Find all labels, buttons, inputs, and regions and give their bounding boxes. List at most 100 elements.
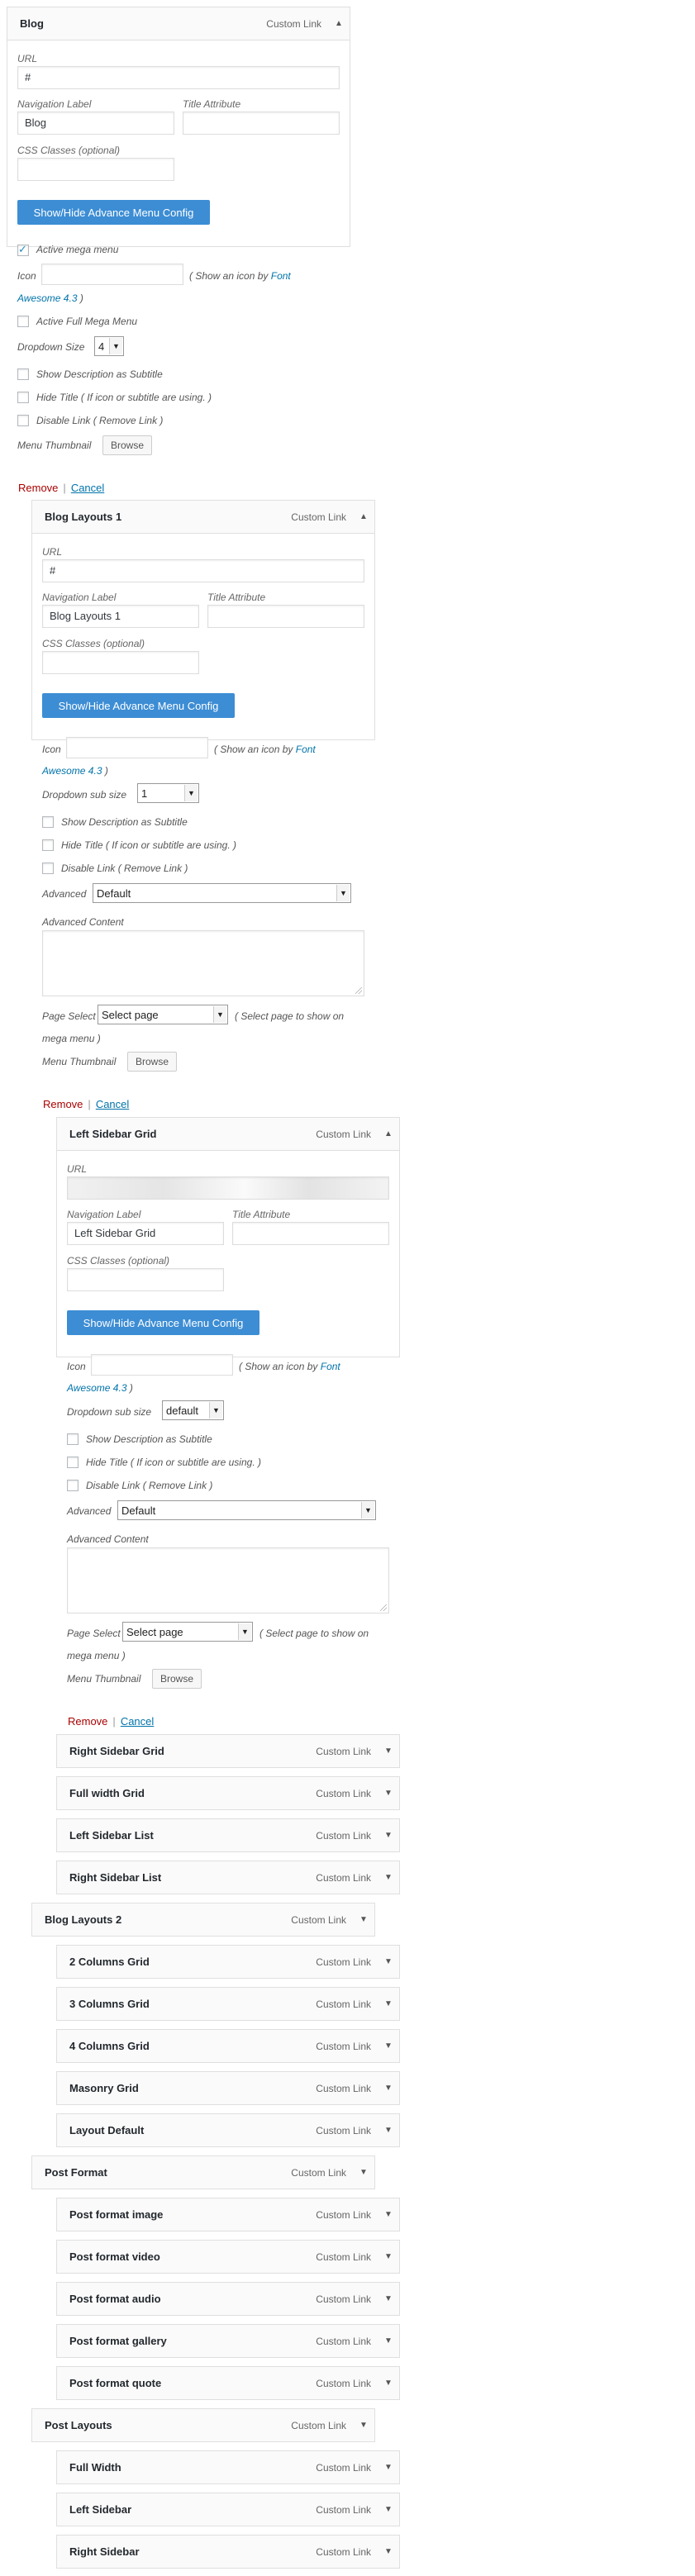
menu-item-bar-collapsed[interactable]: 3 Columns Grid Custom Link ▼: [56, 1987, 400, 2021]
menu-item-bar-collapsed[interactable]: Post format video Custom Link ▼: [56, 2240, 400, 2274]
font-awesome-link-2[interactable]: Awesome 4.3: [42, 765, 102, 777]
hide-title-checkbox[interactable]: [17, 392, 29, 403]
menu-item-bar-collapsed[interactable]: Left Sidebar Custom Link ▼: [56, 2493, 400, 2526]
url-input[interactable]: #: [42, 559, 364, 582]
advanced-select[interactable]: Default ▼: [93, 883, 351, 903]
font-awesome-link[interactable]: Font: [296, 744, 316, 755]
menu-item-bar-collapsed[interactable]: Post format quote Custom Link ▼: [56, 2366, 400, 2400]
menu-item-bar-collapsed[interactable]: 2 Columns Grid Custom Link ▼: [56, 1945, 400, 1979]
menu-item-bar-left-sidebar-grid[interactable]: Left Sidebar Grid Custom Link ▲: [56, 1117, 400, 1151]
collapse-arrow-icon[interactable]: ▲: [335, 19, 343, 28]
dropdown-sub-size-select[interactable]: default ▼: [162, 1400, 224, 1420]
page-select[interactable]: Select page ▼: [98, 1005, 228, 1024]
browse-button[interactable]: Browse: [102, 435, 152, 455]
icon-input[interactable]: [66, 737, 208, 758]
expand-arrow-icon[interactable]: ▼: [384, 1873, 393, 1882]
menu-item-bar-collapsed[interactable]: Right Sidebar Custom Link ▼: [56, 2535, 400, 2569]
menu-item-bar-collapsed[interactable]: Post Format Custom Link ▼: [31, 2155, 375, 2189]
menu-item-bar-collapsed[interactable]: Post format audio Custom Link ▼: [56, 2282, 400, 2316]
collapse-arrow-icon[interactable]: ▲: [384, 1129, 393, 1138]
navigation-label-input[interactable]: Blog: [17, 112, 174, 135]
expand-arrow-icon[interactable]: ▼: [384, 1999, 393, 2008]
navigation-label-input[interactable]: Blog Layouts 1: [42, 605, 199, 628]
disable-link-checkbox[interactable]: [42, 863, 54, 874]
css-classes-input[interactable]: [17, 158, 174, 181]
expand-arrow-icon[interactable]: ▼: [359, 2168, 368, 2177]
hide-title-checkbox[interactable]: [42, 839, 54, 851]
show-description-checkbox[interactable]: [42, 816, 54, 828]
css-classes-input[interactable]: [67, 1268, 224, 1291]
advanced-content-textarea[interactable]: [42, 930, 364, 996]
menu-item-bar-collapsed[interactable]: Post format image Custom Link ▼: [56, 2198, 400, 2231]
advanced-content-textarea[interactable]: [67, 1547, 389, 1614]
title-attribute-input[interactable]: [207, 605, 364, 628]
title-attribute-input[interactable]: [183, 112, 340, 135]
hide-title-checkbox[interactable]: [67, 1457, 79, 1468]
advance-config-button[interactable]: Show/Hide Advance Menu Config: [17, 200, 210, 225]
menu-item-bar-collapsed[interactable]: Post Layouts Custom Link ▼: [31, 2408, 375, 2442]
menu-thumbnail-label: Menu Thumbnail: [17, 440, 92, 451]
disable-link-checkbox[interactable]: [67, 1480, 79, 1491]
cancel-link[interactable]: Cancel: [71, 482, 104, 494]
menu-item-bar-collapsed[interactable]: Right Sidebar Grid Custom Link ▼: [56, 1734, 400, 1768]
css-classes-input[interactable]: [42, 651, 199, 674]
menu-item-bar-collapsed[interactable]: Layout Default Custom Link ▼: [56, 2113, 400, 2147]
title-attribute-input[interactable]: [232, 1222, 389, 1245]
icon-input[interactable]: [91, 1354, 233, 1376]
expand-arrow-icon[interactable]: ▼: [384, 1957, 393, 1966]
expand-arrow-icon[interactable]: ▼: [384, 2210, 393, 2219]
url-input[interactable]: #: [17, 66, 340, 89]
disable-link-checkbox[interactable]: [17, 415, 29, 426]
dropdown-size-select[interactable]: 4 ▼: [94, 336, 124, 356]
advanced-select[interactable]: Default ▼: [117, 1500, 376, 1520]
menu-item-bar-blog[interactable]: Blog Custom Link ▲: [7, 7, 350, 40]
menu-item-bar-collapsed[interactable]: Right Sidebar List Custom Link ▼: [56, 1861, 400, 1894]
font-awesome-link[interactable]: Font: [321, 1361, 340, 1372]
menu-item-bar-collapsed[interactable]: Full width Grid Custom Link ▼: [56, 1776, 400, 1810]
expand-arrow-icon[interactable]: ▼: [384, 2547, 393, 2556]
expand-arrow-icon[interactable]: ▼: [384, 1789, 393, 1798]
expand-arrow-icon[interactable]: ▼: [384, 2041, 393, 2051]
menu-item-bar-collapsed[interactable]: Left Sidebar List Custom Link ▼: [56, 1818, 400, 1852]
remove-link[interactable]: Remove: [68, 1715, 107, 1728]
expand-arrow-icon[interactable]: ▼: [384, 2463, 393, 2472]
icon-input[interactable]: [41, 264, 183, 285]
menu-item-bar-collapsed[interactable]: 4 Columns Grid Custom Link ▼: [56, 2029, 400, 2063]
menu-item-bar-collapsed[interactable]: Post format gallery Custom Link ▼: [56, 2324, 400, 2358]
expand-arrow-icon[interactable]: ▼: [384, 2126, 393, 2135]
dropdown-sub-size-select[interactable]: 1 ▼: [137, 783, 199, 803]
cancel-link[interactable]: Cancel: [96, 1098, 129, 1110]
expand-arrow-icon[interactable]: ▼: [384, 2084, 393, 2093]
browse-button[interactable]: Browse: [152, 1669, 202, 1689]
expand-arrow-icon[interactable]: ▼: [384, 2294, 393, 2303]
expand-arrow-icon[interactable]: ▼: [384, 2336, 393, 2345]
expand-arrow-icon[interactable]: ▼: [384, 2379, 393, 2388]
menu-item-bar-blog-layouts-1[interactable]: Blog Layouts 1 Custom Link ▲: [31, 500, 375, 534]
show-description-checkbox[interactable]: [17, 368, 29, 380]
expand-arrow-icon[interactable]: ▼: [384, 2505, 393, 2514]
advance-config-button[interactable]: Show/Hide Advance Menu Config: [67, 1310, 259, 1335]
menu-item-bar-collapsed[interactable]: Blog Layouts 2 Custom Link ▼: [31, 1903, 375, 1937]
page-select[interactable]: Select page ▼: [122, 1622, 253, 1642]
active-full-mega-checkbox[interactable]: [17, 316, 29, 327]
font-awesome-link-2[interactable]: Awesome 4.3: [17, 292, 78, 304]
navigation-label-input[interactable]: Left Sidebar Grid: [67, 1222, 224, 1245]
expand-arrow-icon[interactable]: ▼: [359, 1915, 368, 1924]
remove-link[interactable]: Remove: [18, 482, 58, 494]
active-mega-menu-checkbox[interactable]: [17, 243, 29, 256]
font-awesome-link[interactable]: Font: [271, 270, 291, 282]
expand-arrow-icon[interactable]: ▼: [359, 2421, 368, 2430]
menu-item-bar-collapsed[interactable]: Full Width Custom Link ▼: [56, 2450, 400, 2484]
remove-link[interactable]: Remove: [43, 1098, 83, 1110]
show-description-checkbox[interactable]: [67, 1433, 79, 1445]
menu-item-bar-collapsed[interactable]: Masonry Grid Custom Link ▼: [56, 2071, 400, 2105]
browse-button[interactable]: Browse: [127, 1052, 177, 1072]
font-awesome-link-2[interactable]: Awesome 4.3: [67, 1382, 127, 1394]
expand-arrow-icon[interactable]: ▼: [384, 1831, 393, 1840]
collapse-arrow-icon[interactable]: ▲: [359, 512, 368, 521]
url-input-blurred[interactable]: [67, 1176, 389, 1200]
cancel-link[interactable]: Cancel: [121, 1715, 154, 1728]
expand-arrow-icon[interactable]: ▼: [384, 1747, 393, 1756]
advance-config-button[interactable]: Show/Hide Advance Menu Config: [42, 693, 235, 718]
expand-arrow-icon[interactable]: ▼: [384, 2252, 393, 2261]
